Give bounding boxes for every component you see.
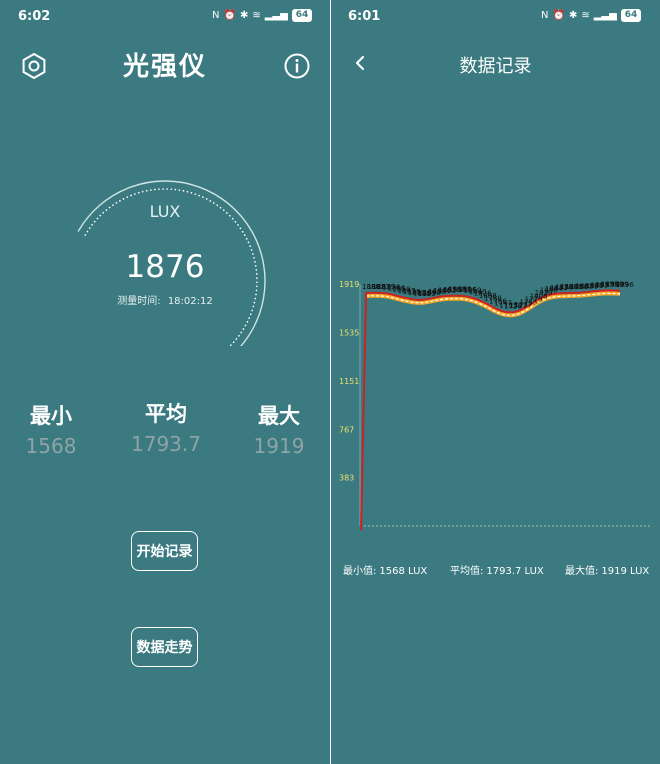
signal-icon: ▂▃▅ [593,10,617,21]
data-trend-button[interactable]: 数据走势 [131,627,198,667]
info-button[interactable] [283,52,311,80]
summary-min: 最小值: 1568 LUX [343,562,430,577]
chart-y-tick-label: 1151 [339,377,359,386]
summary-max: 最大值: 1919 LUX [565,562,652,577]
bluetooth-icon: ✱ [568,10,578,21]
wifi-icon: ≋ [252,10,261,21]
summary-min-label: 最小值: [343,566,377,577]
nfc-icon: N [212,10,220,21]
data-record-screen: 6:01 N ⏰ ✱ ≋ ▂▃▅ 64 数据记录 383 767 1151 1535 1… [331,0,660,764]
status-icons: N ⏰ ✱ ≋ ▂▃▅ 64 [212,9,313,22]
stat-max-label: 最大 [258,404,300,428]
battery-icon: 64 [291,9,313,22]
summary-min-value: 1568 LUX [379,566,428,577]
summary-max-label: 最大值: [565,566,599,577]
chart-series-line [360,289,621,531]
gauge-unit: LUX [149,202,181,221]
chart-y-tick-label: 767 [339,425,354,434]
info-icon [284,53,310,79]
summary-max-value: 1919 LUX [601,566,650,577]
stat-max: 最大 1919 [245,400,313,458]
light-meter-screen: 6:02 N ⏰ ✱ ≋ ▂▃▅ 64 光强仪 LUX 1876 测量时间: 1… [0,0,330,764]
stat-max-value: 1919 [253,434,305,458]
summary-avg-value: 1793.7 LUX [486,566,544,577]
status-time: 6:02 [18,9,51,24]
summary-avg: 平均值: 1793.7 LUX [450,562,547,577]
app-title: 光强仪 [122,52,207,82]
battery-icon: 64 [620,9,642,22]
chart-y-tick-label: 1919 [339,280,359,289]
chart-y-tick-label: 1535 [339,328,359,337]
chart-y-tick-label: 383 [339,474,354,483]
current-lux-value: 1876 [125,249,205,285]
summary-avg-label: 平均值: [450,566,484,577]
chart-point-label: 1896 [616,281,634,289]
stat-min-label: 最小 [30,404,72,428]
alarm-icon: ⏰ [223,10,236,21]
stat-min: 最小 1568 [18,400,84,458]
bluetooth-icon: ✱ [239,10,249,21]
lux-history-chart: 383 767 1151 1535 1919 1880 1881 1881 1879 1876 18… [331,270,660,535]
status-time: 6:01 [348,9,381,24]
nfc-icon: N [541,10,549,21]
stat-avg-value: 1793.7 [131,432,201,456]
wifi-icon: ≋ [581,10,590,21]
stat-avg: 平均 1793.7 [122,398,210,456]
measure-time-value: 18:02:12 [167,296,213,307]
measure-time-label: 测量时间: [117,296,161,307]
stat-min-value: 1568 [25,434,77,458]
page-title: 数据记录 [459,56,532,77]
alarm-icon: ⏰ [552,10,565,21]
start-record-button[interactable]: 开始记录 [131,531,198,571]
measure-time: 测量时间: 18:02:12 [0,292,330,307]
status-icons: N ⏰ ✱ ≋ ▂▃▅ 64 [541,9,642,22]
stat-avg-label: 平均 [145,402,187,426]
signal-icon: ▂▃▅ [264,10,288,21]
